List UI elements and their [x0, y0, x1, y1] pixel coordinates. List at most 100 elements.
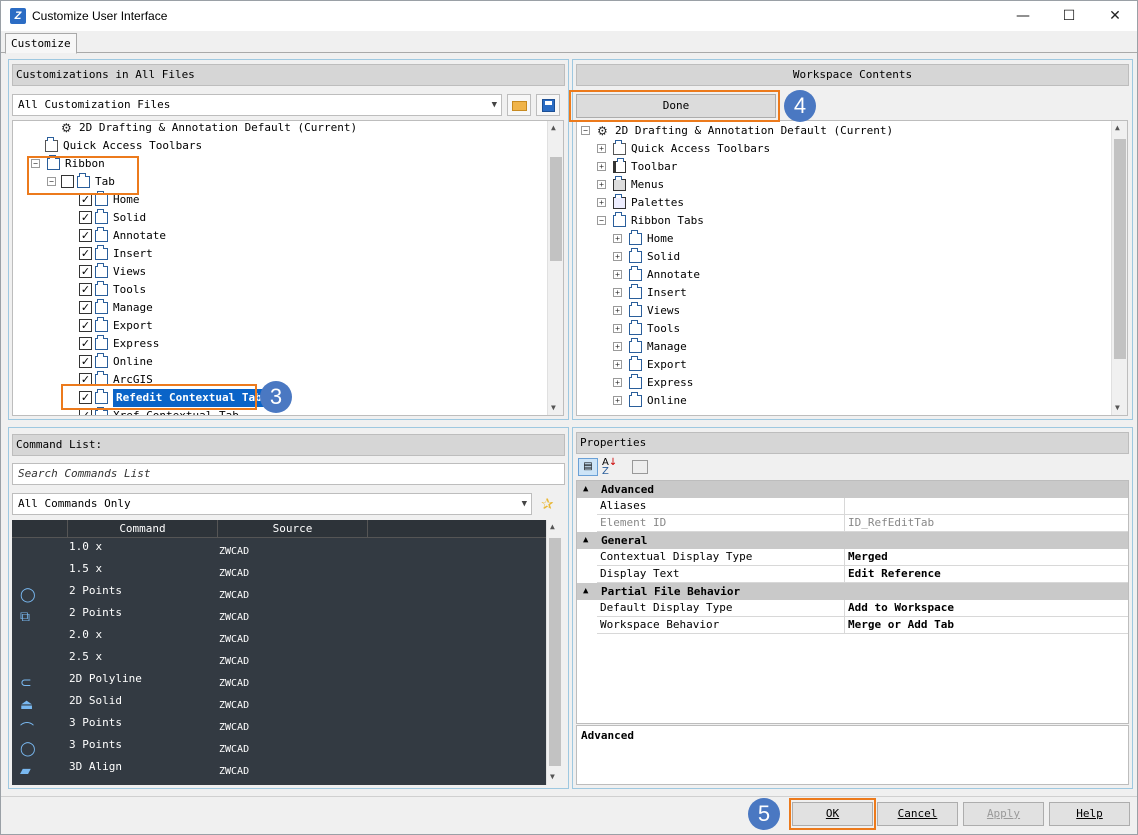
workspace-tree-scrollbar[interactable]: ▲ ▼ — [1111, 121, 1127, 415]
property-group[interactable]: ▲ Partial File Behavior — [577, 583, 1128, 600]
tab-checkbox[interactable]: ✓ — [79, 247, 92, 260]
tree-expander[interactable]: − — [581, 126, 590, 135]
workspace-tree-item[interactable]: − Ribbon Tabs — [577, 212, 1111, 230]
tab-checkbox[interactable]: ✓ — [79, 283, 92, 296]
property-pages-icon[interactable] — [632, 460, 648, 474]
column-source-header[interactable]: Source — [218, 520, 368, 538]
property-row[interactable]: Display Text Edit Reference — [597, 566, 1128, 583]
tree-item[interactable]: ✓ Solid — [13, 209, 547, 227]
tree-expander[interactable]: + — [597, 198, 606, 207]
tab-checkbox[interactable]: ✓ — [79, 301, 92, 314]
property-row[interactable]: Element ID ID_RefEditTab — [597, 515, 1128, 532]
tab-customize[interactable]: Customize — [5, 33, 77, 54]
tree-item[interactable]: ✓ Views — [13, 263, 547, 281]
apply-button[interactable]: Apply — [963, 802, 1044, 826]
property-value[interactable]: Edit Reference — [848, 566, 941, 582]
tree-expander[interactable]: + — [613, 396, 622, 405]
command-row[interactable]: 2.0 x ZWCAD — [12, 628, 544, 650]
tab-checkbox[interactable]: ✓ — [79, 409, 92, 415]
column-command-header[interactable]: Command — [68, 520, 218, 538]
tree-item[interactable]: ✓ Manage — [13, 299, 547, 317]
property-row[interactable]: Contextual Display Type Merged — [597, 549, 1128, 566]
workspace-tree-item[interactable]: + Home — [577, 230, 1111, 248]
cancel-button[interactable]: Cancel — [877, 802, 958, 826]
tree-item[interactable]: ✓ Express — [13, 335, 547, 353]
command-row[interactable]: ⏏ 2D Solid ZWCAD — [12, 694, 544, 716]
command-row[interactable]: ⧉ 2 Points ZWCAD — [12, 606, 544, 628]
workspace-tree-item[interactable]: + Online — [577, 392, 1111, 410]
property-value[interactable]: Merge or Add Tab — [848, 617, 954, 633]
command-row[interactable]: ⌒ 3 Points ZWCAD — [12, 716, 544, 738]
workspace-tree-item[interactable]: − ⚙ 2D Drafting & Annotation Default (Curr… — [577, 122, 1111, 140]
workspace-tree-item[interactable]: + Express — [577, 374, 1111, 392]
tree-expander[interactable]: + — [613, 378, 622, 387]
tree-expander[interactable]: + — [597, 144, 606, 153]
tree-item[interactable]: ✓ Online — [13, 353, 547, 371]
properties-grid[interactable]: ▲ Advanced Aliases Element ID ID_RefEditTab ▲… — [576, 480, 1129, 724]
property-group[interactable]: ▲ Advanced — [577, 481, 1128, 498]
tree-item[interactable]: ✓ Tools — [13, 281, 547, 299]
workspace-tree-item[interactable]: + Annotate — [577, 266, 1111, 284]
workspace-tree-item[interactable]: + Views — [577, 302, 1111, 320]
property-value[interactable]: ID_RefEditTab — [848, 515, 934, 531]
workspace-tree-item[interactable]: + Quick Access Toolbars — [577, 140, 1111, 158]
tree-item[interactable]: ✓ Export — [13, 317, 547, 335]
workspace-tree-item[interactable]: + Solid — [577, 248, 1111, 266]
property-value[interactable]: Add to Workspace — [848, 600, 954, 616]
tab-checkbox[interactable]: ✓ — [79, 337, 92, 350]
left-tree-scrollbar[interactable]: ▲ ▼ — [547, 121, 563, 415]
command-row[interactable]: ▰ 3D Align ZWCAD — [12, 760, 544, 782]
tree-expander[interactable]: + — [613, 324, 622, 333]
property-row[interactable]: Workspace Behavior Merge or Add Tab — [597, 617, 1128, 634]
command-row[interactable]: 1.5 x ZWCAD — [12, 562, 544, 584]
workspace-tree[interactable]: − ⚙ 2D Drafting & Annotation Default (Curr… — [576, 120, 1128, 416]
close-button[interactable]: ✕ — [1092, 1, 1138, 31]
command-filter-combo[interactable]: All Commands Only ▼ — [12, 493, 532, 515]
command-row[interactable]: 1.0 x ZWCAD — [12, 540, 544, 562]
tree-expander[interactable]: + — [613, 306, 622, 315]
tree-expander[interactable]: + — [613, 342, 622, 351]
scroll-thumb[interactable] — [550, 157, 562, 261]
workspace-tree-item[interactable]: + Palettes — [577, 194, 1111, 212]
command-row[interactable]: ◯ 2 Points ZWCAD — [12, 584, 544, 606]
save-file-button[interactable] — [536, 94, 560, 116]
tree-expander[interactable]: − — [597, 216, 606, 225]
tab-checkbox[interactable]: ✓ — [79, 229, 92, 242]
tree-expander[interactable]: + — [613, 252, 622, 261]
command-list-scrollbar[interactable]: ▲ ▼ — [546, 520, 562, 785]
property-row[interactable]: Default Display Type Add to Workspace — [597, 600, 1128, 617]
property-value[interactable]: Merged — [848, 549, 888, 565]
command-row[interactable]: ◯ 3 Points ZWCAD — [12, 738, 544, 760]
help-button[interactable]: Help — [1049, 802, 1130, 826]
tree-expander[interactable]: + — [613, 270, 622, 279]
tree-item[interactable]: ✓ Insert — [13, 245, 547, 263]
tree-expander[interactable]: + — [613, 288, 622, 297]
workspace-tree-item[interactable]: + Tools — [577, 320, 1111, 338]
command-row[interactable]: 2.5 x ZWCAD — [12, 650, 544, 672]
open-file-button[interactable] — [507, 94, 531, 116]
tree-item[interactable]: ⚙ 2D Drafting & Annotation Default (Curre… — [13, 121, 547, 137]
tree-expander[interactable]: + — [613, 234, 622, 243]
search-commands-input[interactable]: Search Commands List — [12, 463, 565, 485]
scroll-thumb[interactable] — [1114, 139, 1126, 359]
property-group[interactable]: ▲ General — [577, 532, 1128, 549]
workspace-tree-item[interactable]: + Manage — [577, 338, 1111, 356]
workspace-tree-item[interactable]: + Menus — [577, 176, 1111, 194]
workspace-tree-item[interactable]: + Export — [577, 356, 1111, 374]
tree-expander[interactable]: + — [597, 180, 606, 189]
alphabetical-sort-icon[interactable]: A↓ Z — [602, 458, 622, 477]
customization-files-combo[interactable]: All Customization Files ▼ — [12, 94, 502, 116]
workspace-tree-item[interactable]: + Insert — [577, 284, 1111, 302]
tree-expander[interactable]: + — [613, 360, 622, 369]
property-row[interactable]: Aliases — [597, 498, 1128, 515]
tree-expander[interactable]: + — [597, 162, 606, 171]
new-command-star-icon[interactable]: ✰ — [541, 495, 554, 513]
tab-checkbox[interactable]: ✓ — [79, 355, 92, 368]
workspace-tree-item[interactable]: + Toolbar — [577, 158, 1111, 176]
minimize-button[interactable]: — — [1000, 1, 1046, 31]
tree-item[interactable]: ✓ Annotate — [13, 227, 547, 245]
tab-checkbox[interactable]: ✓ — [79, 265, 92, 278]
command-list[interactable]: Command Source ▲ ▼ 1.0 x ZWCAD 1.5 x ZWCAD ◯… — [12, 520, 562, 785]
tab-checkbox[interactable]: ✓ — [79, 211, 92, 224]
command-row[interactable]: ⊂ 2D Polyline ZWCAD — [12, 672, 544, 694]
